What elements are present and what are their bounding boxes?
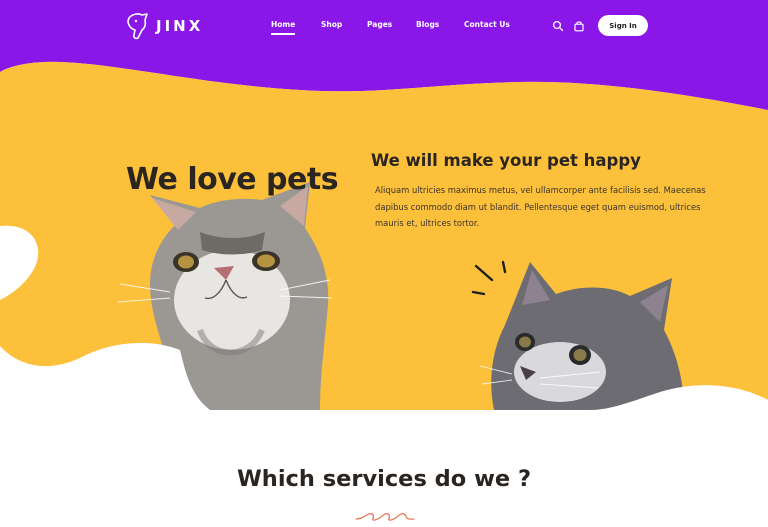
nav-item-contact-us[interactable]: Contact Us	[464, 20, 510, 29]
cart-bag-icon[interactable]	[573, 20, 585, 32]
hero-title: We love pets	[126, 162, 339, 197]
hero-background	[0, 0, 768, 527]
nav-item-home[interactable]: Home	[271, 20, 296, 35]
site-header: JINX Home Shop Pages Blogs Contact Us Si…	[0, 0, 768, 52]
sign-in-button[interactable]: Sign In	[598, 15, 648, 36]
hero-description: Aliquam ultricies maximus metus, vel ull…	[375, 185, 706, 228]
nav-item-shop[interactable]: Shop	[321, 20, 342, 29]
decorative-swirl-icon	[355, 513, 415, 521]
nav-item-pages[interactable]: Pages	[367, 20, 392, 29]
hero-subtitle: We will make your pet happy	[371, 151, 641, 170]
main-nav: Home Shop Pages Blogs Contact Us	[0, 20, 768, 40]
search-icon[interactable]	[552, 20, 564, 32]
nav-item-blogs[interactable]: Blogs	[416, 20, 439, 29]
services-section-title: Which services do we ?	[236, 466, 532, 492]
